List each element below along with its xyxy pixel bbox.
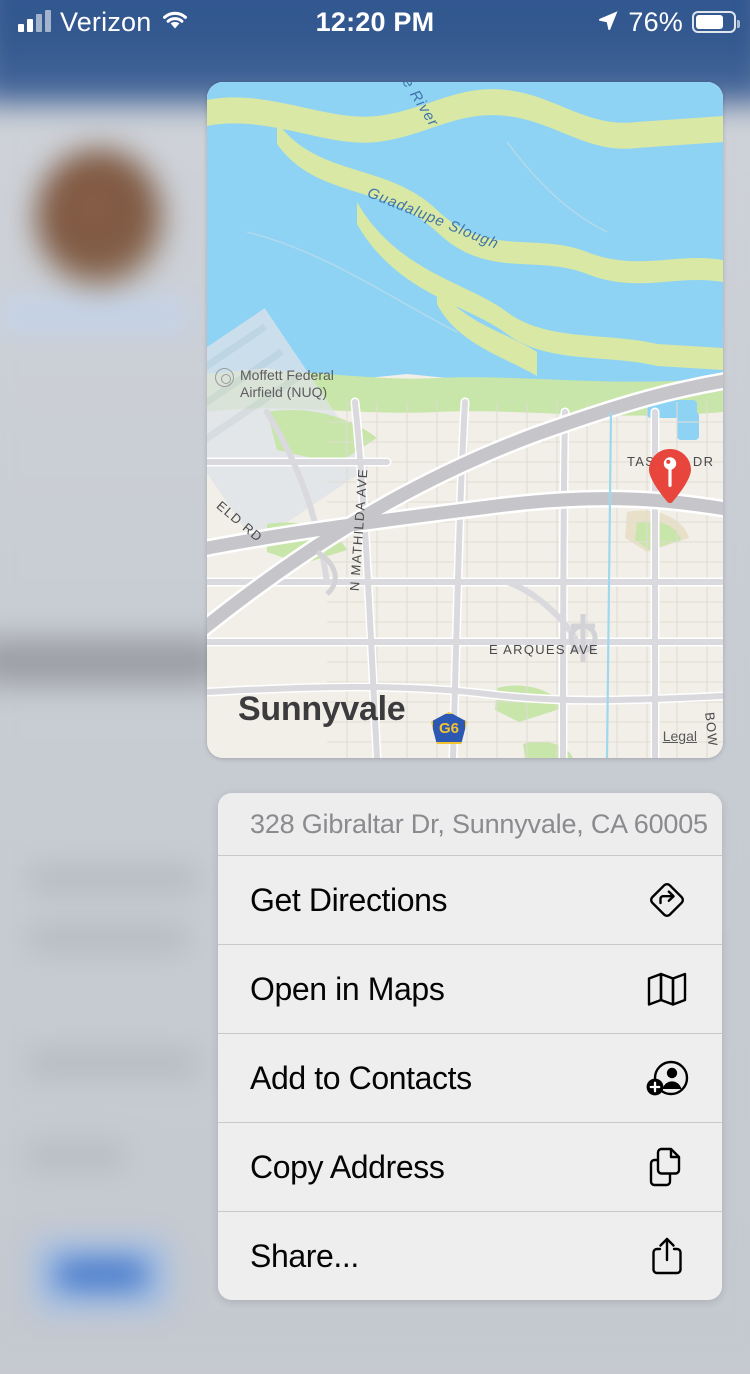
action-item-share[interactable]: Share... (218, 1211, 722, 1300)
map-city-label: Sunnyvale (238, 690, 406, 728)
highway-shield-g6: G6 (431, 712, 467, 744)
action-item-copy-address[interactable]: Copy Address (218, 1122, 722, 1211)
status-bar: Verizon 12:20 PM 76% (0, 0, 750, 44)
poi-moffett-airfield: Moffett Federal Airfield (NUQ) (215, 367, 334, 401)
highway-shield-label: G6 (438, 719, 459, 737)
status-bar-right: 76% (597, 6, 740, 38)
map-canvas (207, 82, 723, 758)
background-button (32, 1238, 171, 1313)
poi-line-2: Airfield (NUQ) (240, 384, 328, 400)
poi-label: Moffett Federal Airfield (NUQ) (240, 367, 334, 401)
person-add-icon (644, 1055, 690, 1101)
background-band (0, 638, 222, 686)
share-icon (644, 1233, 690, 1279)
battery-icon (692, 11, 740, 33)
background-text-line (28, 867, 198, 891)
action-item-open-in-maps[interactable]: Open in Maps (218, 944, 722, 1033)
copy-documents-icon (644, 1144, 690, 1190)
map-legal-link[interactable]: Legal (663, 728, 697, 744)
action-item-label: Share... (250, 1237, 359, 1274)
background-chip (0, 299, 190, 331)
map-pin-icon[interactable] (647, 448, 693, 504)
action-item-label: Open in Maps (250, 970, 445, 1007)
action-item-label: Get Directions (250, 881, 448, 918)
action-sheet-address: 328 Gibraltar Dr, Sunnyvale, CA 60005 (218, 793, 722, 855)
background-text-line (28, 1051, 198, 1076)
location-arrow-icon (597, 7, 619, 38)
background-avatar (35, 148, 164, 287)
battery-percent-label: 76% (628, 6, 683, 37)
directions-icon (644, 877, 690, 923)
map-label-e-arques-ave: E ARQUES AVE (489, 642, 600, 657)
action-item-label: Add to Contacts (250, 1059, 472, 1096)
action-item-label: Copy Address (250, 1148, 445, 1185)
action-item-add-to-contacts[interactable]: Add to Contacts (218, 1033, 722, 1122)
folded-map-icon (644, 966, 690, 1012)
airport-icon (215, 368, 234, 387)
poi-line-1: Moffett Federal (240, 367, 334, 383)
background-text-line (28, 926, 188, 951)
background-text-line (28, 1145, 124, 1167)
map-preview-card[interactable]: e River Guadalupe Slough Moffett Federal… (207, 82, 723, 758)
action-item-get-directions[interactable]: Get Directions (218, 855, 722, 944)
action-sheet: 328 Gibraltar Dr, Sunnyvale, CA 60005 Ge… (218, 793, 722, 1300)
